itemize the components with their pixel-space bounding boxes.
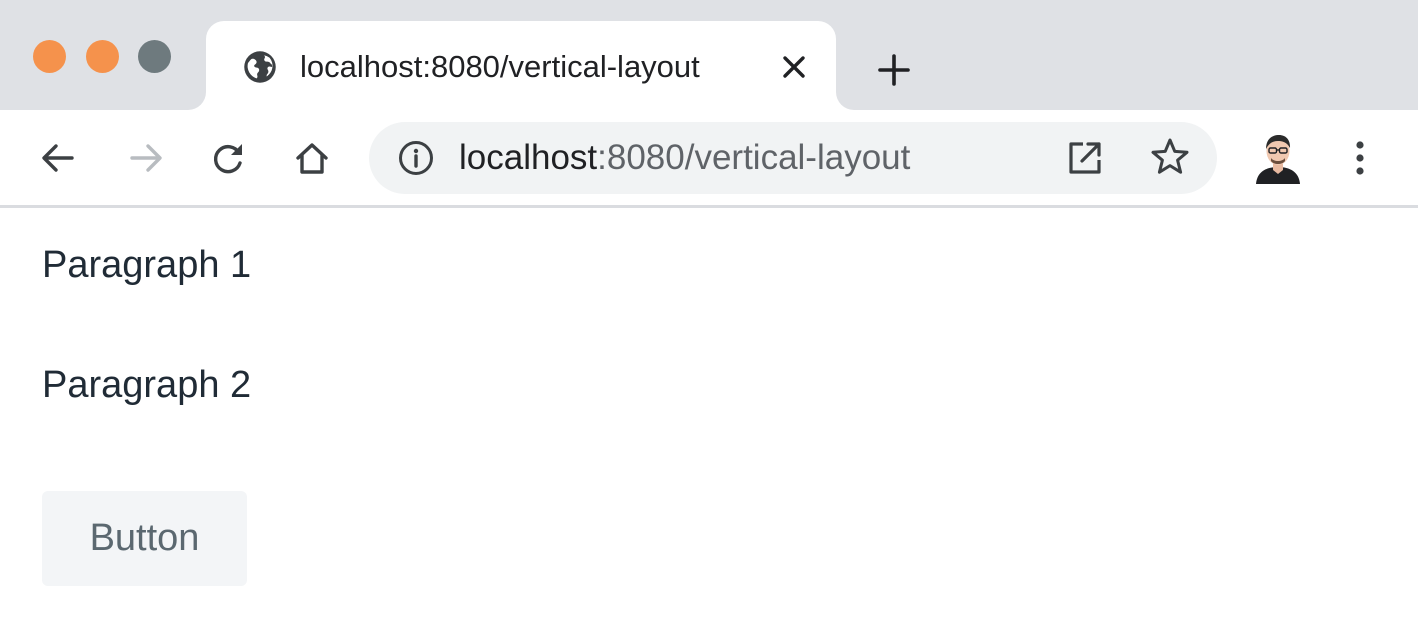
- page-button[interactable]: Button: [42, 491, 247, 586]
- paragraph-2: Paragraph 2: [42, 364, 252, 406]
- window-maximize-button[interactable]: [138, 40, 171, 73]
- window-minimize-button[interactable]: [86, 40, 119, 73]
- reload-icon[interactable]: [206, 136, 250, 180]
- tab-title: localhost:8080/vertical-layout: [300, 49, 700, 84]
- tab-strip: localhost:8080/vertical-layout: [0, 0, 1418, 110]
- forward-arrow-icon[interactable]: [124, 136, 168, 180]
- browser-window: localhost:8080/vertical-layout localhost…: [0, 0, 1418, 635]
- window-close-button[interactable]: [33, 40, 66, 73]
- paragraph-1: Paragraph 1: [42, 244, 252, 286]
- star-icon[interactable]: [1149, 136, 1191, 178]
- new-tab-plus-icon[interactable]: [872, 48, 916, 92]
- avatar[interactable]: [1252, 130, 1304, 186]
- info-icon[interactable]: [397, 139, 435, 177]
- page-content: Paragraph 1 Paragraph 2 Button: [0, 208, 1418, 635]
- address-host: localhost: [459, 138, 598, 177]
- address-url: localhost:8080/vertical-layout: [459, 136, 910, 180]
- home-icon[interactable]: [290, 136, 334, 180]
- globe-icon: [242, 49, 278, 85]
- close-icon[interactable]: [778, 51, 810, 83]
- address-path: :8080/vertical-layout: [597, 138, 911, 177]
- address-bar[interactable]: localhost:8080/vertical-layout: [369, 122, 1217, 194]
- more-vert-icon[interactable]: [1340, 136, 1380, 180]
- open-external-icon[interactable]: [1065, 138, 1105, 178]
- browser-toolbar: localhost:8080/vertical-layout: [0, 110, 1418, 208]
- back-arrow-icon[interactable]: [36, 136, 80, 180]
- tab-active[interactable]: localhost:8080/vertical-layout: [206, 21, 836, 110]
